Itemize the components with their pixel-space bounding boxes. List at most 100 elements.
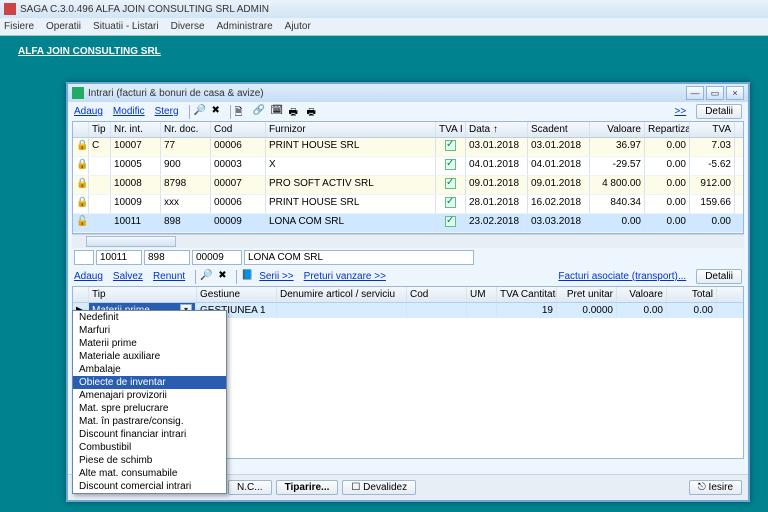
modific-link[interactable]: Modific [113,106,145,117]
bcol-den[interactable]: Denumire articol / serviciu [277,287,407,302]
col-val[interactable]: Valoare [590,122,645,137]
dropdown-option[interactable]: Materii prime [73,337,226,350]
dropdown-option[interactable]: Nedefinit [73,311,226,324]
menubar: Fisiere Operatii Situatii - Listari Dive… [0,18,768,36]
menu-operatii[interactable]: Operatii [46,21,81,32]
dropdown-option[interactable]: Discount comercial intrari [73,480,226,493]
intrari-grid: Tip Nr. int. Nr. doc. Cod Furnizor TVA I… [72,121,744,234]
dropdown-option[interactable]: Piese de schimb [73,454,226,467]
col-nrdoc[interactable]: Nr. doc. [161,122,211,137]
filter-nrint[interactable] [96,250,142,265]
print2-icon[interactable]: 🖶 [307,105,321,119]
renunt-link[interactable]: Renunt [153,271,185,282]
app-icon [4,3,16,15]
attach-icon[interactable]: 🔗 [253,105,267,119]
menu-ajutor[interactable]: Ajutor [285,21,311,32]
arrows-link[interactable]: >> [675,106,687,117]
h-scrollbar[interactable] [72,234,744,248]
iesire-button[interactable]: ⎋ Iesire [689,480,742,495]
bcol-um[interactable]: UM [467,287,497,302]
bcol-pu[interactable]: Pret unitar [557,287,617,302]
bcol-cod[interactable]: Cod [407,287,467,302]
dropdown-option[interactable]: Mat. în pastrare/consig. [73,415,226,428]
cell-cod[interactable] [407,303,467,318]
filter-cod[interactable] [192,250,242,265]
separator [189,105,190,119]
menu-diverse[interactable]: Diverse [171,21,205,32]
maximize-button[interactable]: ▭ [706,86,724,100]
bcol-tip[interactable]: Tip [89,287,197,302]
bcol-val[interactable]: Valoare [617,287,667,302]
preturi-link[interactable]: Preturi vanzare >> [304,271,386,282]
adaug-link-2[interactable]: Adaug [74,271,103,282]
scroll-thumb[interactable] [86,236,176,247]
cell-pu[interactable]: 0.0000 [557,303,617,318]
bcol-tot[interactable]: Total [667,287,717,302]
dropdown-option[interactable]: Obiecte de inventar [73,376,226,389]
table-row[interactable]: 🔒C100077700006PRINT HOUSE SRL03.01.20180… [73,138,743,157]
filter-nrdoc[interactable] [144,250,190,265]
col-cod[interactable]: Cod [211,122,266,137]
table-row[interactable]: 🔒1000590000003X04.01.201804.01.2018-29.5… [73,157,743,176]
facturi-asociate-link[interactable]: Facturi asociate (transport)... [558,271,686,282]
col-tva[interactable]: TVA [690,122,735,137]
tiparire-button[interactable]: Tiparire... [276,480,339,495]
detalii-button-2[interactable]: Detalii [696,269,742,284]
sub-titlebar: Intrari (facturi & bonuri de casa & aviz… [68,84,748,102]
articole-header: Tip Gestiune Denumire articol / serviciu… [73,287,743,303]
dropdown-option[interactable]: Alte mat. consumabile [73,467,226,480]
dropdown-option[interactable]: Combustibil [73,441,226,454]
filter-tip[interactable] [74,250,94,265]
bcol-tvac[interactable]: TVA Cantitate [497,287,557,302]
binoculars-icon[interactable]: 🔎 [194,105,208,119]
cell-um[interactable] [467,303,497,318]
table-row[interactable]: 🔒10009xxx00006PRINT HOUSE SRL28.01.20181… [73,195,743,214]
filter-clear-icon[interactable]: ✖ [218,270,232,284]
separator [236,270,237,284]
col-tvai[interactable]: TVA I [436,122,466,137]
dropdown-option[interactable]: Materiale auxiliare [73,350,226,363]
sterg-link[interactable]: Sterg [155,106,179,117]
calendar-icon[interactable]: 🗓 [271,105,285,119]
filter-row [68,248,748,267]
table-row[interactable]: 🔒10008879800007PRO SOFT ACTIV SRL09.01.2… [73,176,743,195]
filter-clear-icon[interactable]: ✖ [212,105,226,119]
col-nrint[interactable]: Nr. int. [111,122,161,137]
serii-link[interactable]: Serii >> [259,271,293,282]
detalii-button[interactable]: Detalii [696,104,742,119]
minimize-button[interactable]: — [686,86,704,100]
col-rep[interactable]: Repartizat [645,122,690,137]
dropdown-option[interactable]: Discount financiar intrari [73,428,226,441]
dropdown-option[interactable]: Marfuri [73,324,226,337]
binoculars-icon[interactable]: 🔎 [200,270,214,284]
doc-icon[interactable]: 🗎 [235,105,249,119]
cell-den[interactable] [277,303,407,318]
menu-fisiere[interactable]: Fisiere [4,21,34,32]
col-data[interactable]: Data ↑ [466,122,528,137]
dropdown-option[interactable]: Amenajari provizorii [73,389,226,402]
book-icon[interactable]: 📘 [241,270,255,284]
adaug-link[interactable]: Adaug [74,106,103,117]
table-row[interactable]: 🔓1001189800009LONA COM SRL23.02.201803.0… [73,214,743,233]
tip-dropdown-list[interactable]: NedefinitMarfuriMaterii primeMateriale a… [72,310,227,494]
close-button[interactable]: × [726,86,744,100]
sub-title-text: Intrari (facturi & bonuri de casa & aviz… [88,88,264,99]
exit-icon: ⎋ [698,482,709,493]
col-tip[interactable]: Tip [89,122,111,137]
salvez-link[interactable]: Salvez [113,271,143,282]
dropdown-option[interactable]: Ambalaje [73,363,226,376]
cell-val[interactable]: 0.00 [617,303,667,318]
print-icon[interactable]: 🖶 [289,105,303,119]
bcol-gest[interactable]: Gestiune [197,287,277,302]
dropdown-option[interactable]: Mat. spre prelucrare [73,402,226,415]
devalidez-button[interactable]: ☐ Devalidez [342,480,416,495]
filter-furn[interactable] [244,250,474,265]
menu-situatii[interactable]: Situatii - Listari [93,21,159,32]
col-furn[interactable]: Furnizor [266,122,436,137]
cell-tvac[interactable]: 19 [497,303,557,318]
menu-administrare[interactable]: Administrare [217,21,273,32]
nc-button[interactable]: N.C... [228,480,272,495]
cell-tot[interactable]: 0.00 [667,303,717,318]
company-link[interactable]: ALFA JOIN CONSULTING SRL [0,36,768,57]
col-scad[interactable]: Scadent [528,122,590,137]
